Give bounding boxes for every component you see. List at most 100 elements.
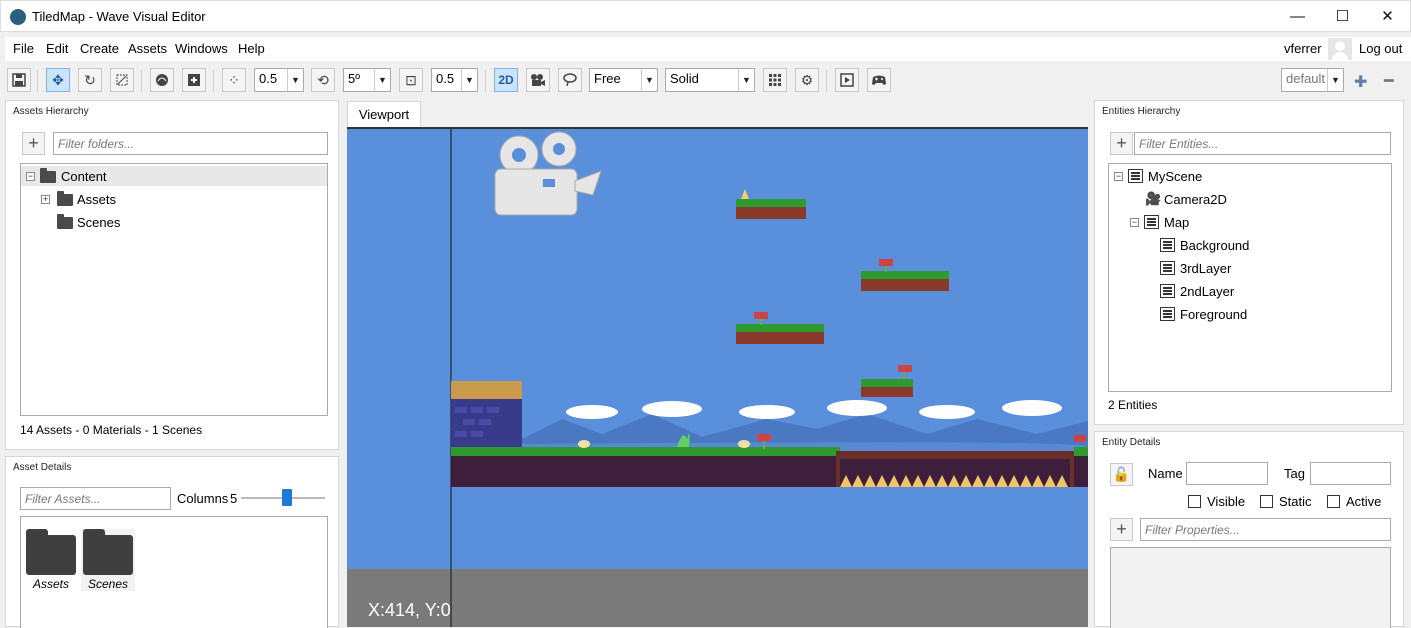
collapse-icon[interactable]: − bbox=[1130, 218, 1139, 227]
render-mode-dropdown[interactable]: Solid ▼ bbox=[665, 68, 755, 92]
close-button[interactable]: ✕ bbox=[1365, 1, 1410, 32]
menu-help[interactable]: Help bbox=[238, 41, 265, 56]
tree-item-camera2d[interactable]: 🎥 Camera2D bbox=[1109, 189, 1391, 209]
tree-item-foreground[interactable]: Foreground bbox=[1109, 304, 1391, 324]
snap-rotate-icon[interactable]: ⟲ bbox=[311, 68, 335, 92]
add-entity-button[interactable]: + bbox=[1110, 132, 1133, 155]
tree-item-3rdlayer[interactable]: 3rdLayer bbox=[1109, 258, 1391, 278]
profile-value: default bbox=[1286, 71, 1326, 86]
collapse-icon[interactable]: − bbox=[1114, 172, 1123, 181]
profile-dropdown[interactable]: default ▼ bbox=[1281, 68, 1344, 92]
columns-slider-thumb[interactable] bbox=[282, 489, 293, 506]
add-component-button[interactable]: + bbox=[1110, 518, 1133, 541]
menu-edit[interactable]: Edit bbox=[46, 41, 68, 56]
save-icon[interactable] bbox=[7, 68, 31, 92]
tree-item-label: MyScene bbox=[1148, 169, 1203, 184]
add-icon[interactable]: ✚ bbox=[1354, 72, 1367, 92]
add-entity-icon[interactable] bbox=[182, 68, 206, 92]
tree-item-label: 3rdLayer bbox=[1180, 261, 1232, 276]
tag-input[interactable] bbox=[1310, 462, 1391, 485]
asset-item-assets[interactable]: Assets bbox=[24, 529, 78, 591]
tree-item-content[interactable]: − Content bbox=[21, 166, 327, 186]
logout-link[interactable]: Log out bbox=[1359, 41, 1402, 56]
tree-item-assets[interactable]: + Assets bbox=[21, 189, 327, 209]
active-checkbox[interactable] bbox=[1327, 495, 1340, 508]
toolbar-separator bbox=[37, 70, 38, 92]
window-title: TiledMap - Wave Visual Editor bbox=[32, 9, 206, 24]
properties-area bbox=[1110, 547, 1391, 628]
floating-platform bbox=[861, 365, 913, 397]
remove-icon[interactable]: ━ bbox=[1384, 71, 1394, 91]
snap-move-dropdown[interactable]: 0.5 ▼ bbox=[254, 68, 304, 92]
visible-label: Visible bbox=[1207, 494, 1246, 509]
assets-tree: − Content + Assets Scenes bbox=[20, 163, 328, 416]
asset-details-title: Asset Details bbox=[13, 462, 72, 473]
snap-move-icon[interactable]: ⁘ bbox=[222, 68, 246, 92]
asset-item-label: Assets bbox=[33, 577, 70, 591]
folder-icon bbox=[26, 529, 76, 575]
tree-item-2ndlayer[interactable]: 2ndLayer bbox=[1109, 281, 1391, 301]
chevron-down-icon: ▼ bbox=[1327, 69, 1343, 91]
menu-assets[interactable]: Assets bbox=[128, 41, 167, 56]
menu-file[interactable]: File bbox=[13, 41, 34, 56]
filter-entities-input[interactable]: Filter Entities... bbox=[1134, 132, 1391, 155]
rotate-icon[interactable]: ↻ bbox=[78, 68, 102, 92]
tree-item-map[interactable]: − Map bbox=[1109, 212, 1391, 232]
floating-platform bbox=[736, 189, 806, 219]
assets-status: 14 Assets - 0 Materials - 1 Scenes bbox=[20, 423, 203, 437]
tree-item-myscene[interactable]: − MyScene bbox=[1109, 166, 1391, 186]
entity-details-title: Entity Details bbox=[1102, 437, 1161, 448]
filter-properties-input[interactable]: Filter Properties... bbox=[1140, 518, 1391, 541]
static-checkbox[interactable] bbox=[1260, 495, 1273, 508]
tab-viewport[interactable]: Viewport bbox=[347, 101, 421, 128]
entity-details-panel: Entity Details 🔓 Name Tag Visible Static… bbox=[1094, 431, 1404, 628]
snap-scale-value: 0.5 bbox=[436, 71, 455, 86]
filter-assets-input[interactable]: Filter Assets... bbox=[20, 487, 171, 510]
visible-checkbox[interactable] bbox=[1188, 495, 1201, 508]
projection-dropdown[interactable]: Free ▼ bbox=[589, 68, 658, 92]
scene-render bbox=[347, 129, 1088, 627]
menu-windows[interactable]: Windows bbox=[175, 41, 228, 56]
snap-scale-icon[interactable]: ⊡ bbox=[399, 68, 423, 92]
asset-item-scenes[interactable]: Scenes bbox=[81, 529, 135, 591]
tree-item-label: Camera2D bbox=[1164, 192, 1227, 207]
play-icon[interactable] bbox=[835, 68, 859, 92]
map-icon bbox=[1144, 215, 1159, 229]
folder-icon bbox=[57, 191, 73, 206]
layer-icon bbox=[1160, 284, 1175, 298]
mode-2d-toggle[interactable]: 2D bbox=[494, 68, 518, 92]
menu-create[interactable]: Create bbox=[80, 41, 119, 56]
collapse-icon[interactable]: − bbox=[26, 172, 35, 181]
minimize-button[interactable]: — bbox=[1275, 1, 1320, 32]
name-input[interactable] bbox=[1186, 462, 1268, 485]
assets-hierarchy-panel: Assets Hierarchy + Filter folders... − C… bbox=[5, 100, 339, 450]
chevron-down-icon: ▼ bbox=[374, 69, 390, 91]
camera-icon: 🎥 bbox=[1145, 191, 1162, 206]
filter-folders-input[interactable]: Filter folders... bbox=[53, 132, 328, 155]
settings-icon[interactable]: ⚙ bbox=[795, 68, 819, 92]
app-logo-icon bbox=[10, 9, 26, 25]
tree-item-label: Scenes bbox=[77, 215, 121, 230]
entities-hierarchy-panel: Entities Hierarchy + Filter Entities... … bbox=[1094, 100, 1404, 425]
gamepad-icon[interactable] bbox=[867, 68, 891, 92]
scale-icon[interactable] bbox=[110, 68, 134, 92]
move-icon[interactable]: ✥ bbox=[46, 68, 70, 92]
snap-rotate-dropdown[interactable]: 5º ▼ bbox=[343, 68, 391, 92]
tree-item-label: Background bbox=[1180, 238, 1250, 253]
grid-icon[interactable] bbox=[763, 68, 787, 92]
sphere-icon[interactable] bbox=[150, 68, 174, 92]
columns-label: Columns bbox=[177, 491, 229, 506]
add-folder-button[interactable]: + bbox=[22, 132, 45, 155]
tree-item-label: Assets bbox=[77, 192, 117, 207]
lock-icon[interactable]: 🔓 bbox=[1110, 463, 1133, 486]
camera-icon[interactable] bbox=[526, 68, 550, 92]
tree-item-scenes[interactable]: Scenes bbox=[21, 212, 327, 232]
tree-item-label: Content bbox=[61, 169, 107, 184]
viewport-canvas[interactable]: X:414, Y:0 bbox=[347, 127, 1088, 627]
lasso-icon[interactable] bbox=[558, 68, 582, 92]
tree-item-background[interactable]: Background bbox=[1109, 235, 1391, 255]
snap-move-value: 0.5 bbox=[259, 71, 278, 86]
maximize-button[interactable]: ☐ bbox=[1320, 1, 1365, 32]
snap-scale-dropdown[interactable]: 0.5 ▼ bbox=[431, 68, 478, 92]
expand-icon[interactable]: + bbox=[41, 195, 50, 204]
